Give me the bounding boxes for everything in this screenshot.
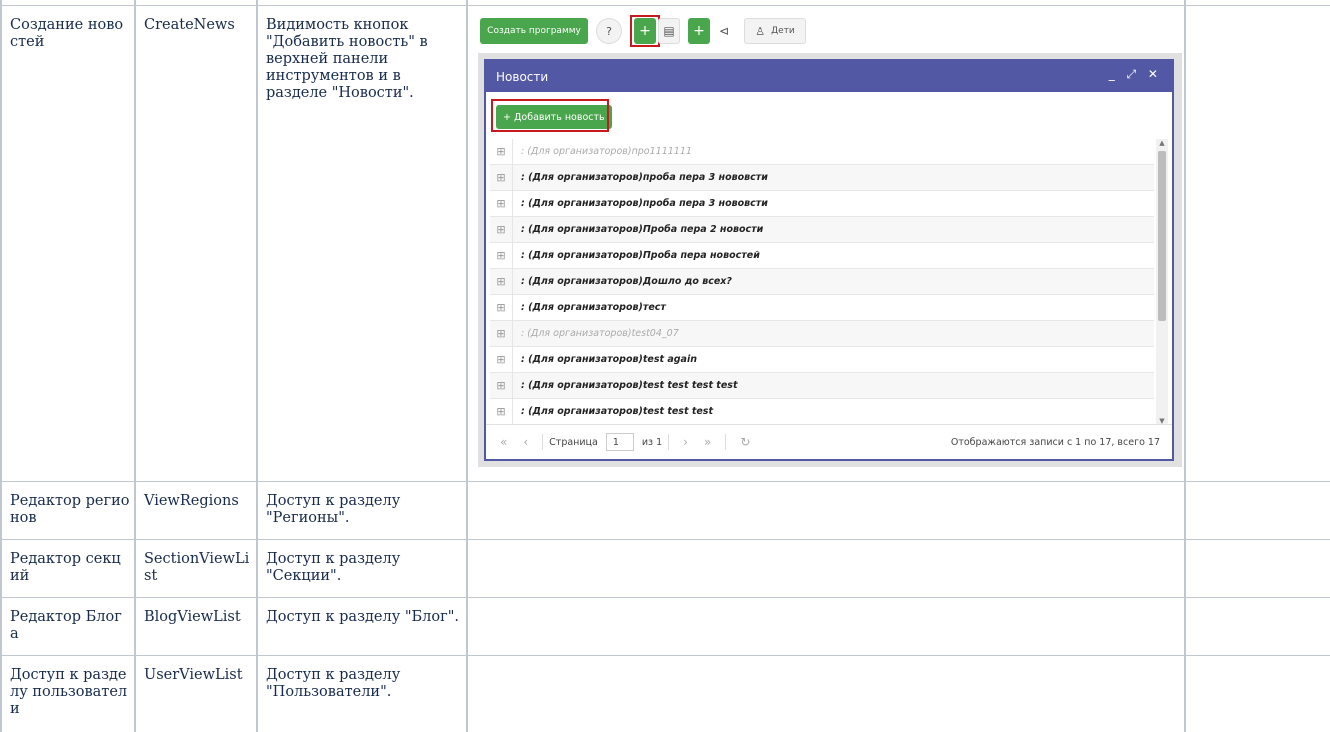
cell-name: Создание новостей (10, 17, 124, 50)
cell-code: SectionViewList (144, 551, 250, 584)
list-item[interactable]: ⊞ : (Для организаторов)test test test tes… (490, 373, 1154, 399)
list-item[interactable]: ⊞ : (Для организаторов)про1111111 (490, 139, 1154, 165)
expand-icon[interactable]: ⊞ (490, 243, 513, 268)
news-title: : (Для организаторов)test04_07 (521, 328, 679, 339)
cell-description: Доступ к разделу "Секции". (266, 551, 401, 584)
children-label: Дети (771, 26, 795, 36)
news-list: ⊞ : (Для организаторов)про1111111 ⊞ : (Для … (490, 139, 1154, 425)
cell-name: Редактор регионов (10, 493, 130, 526)
expand-icon[interactable]: ⊞ (490, 139, 513, 164)
news-title: : (Для организаторов)Дошло до всех? (521, 276, 732, 287)
expand-icon[interactable]: ⊞ (490, 373, 513, 398)
scroll-thumb[interactable] (1158, 151, 1166, 321)
child-icon: ♙ (755, 24, 766, 38)
divider (668, 434, 670, 450)
expand-icon[interactable]: ⊞ (490, 165, 513, 190)
megaphone-icon[interactable]: ⊲ (712, 18, 736, 44)
news-title: : (Для организаторов)test test test (521, 406, 713, 417)
expand-icon[interactable]: ⊞ (490, 191, 513, 216)
news-window: Новости _ ⤢ ✕ + Добавить новость ⊞: (Для… (484, 59, 1174, 461)
scrollbar[interactable]: ▲ ▼ (1156, 139, 1168, 425)
window-controls[interactable]: _ ⤢ ✕ (1109, 67, 1162, 82)
refresh-icon[interactable]: ↻ (740, 435, 750, 449)
cell-code: ViewRegions (144, 493, 239, 509)
list-item[interactable]: ⊞ : (Для организаторов)тест (490, 295, 1154, 321)
news-title: : (Для организаторов)test again (521, 354, 697, 365)
list-item[interactable]: ⊞ : (Для организаторов)проба пера 3 новов… (490, 191, 1154, 217)
page-label: Страница (549, 436, 598, 448)
list-item[interactable]: ⊞ : (Для организаторов)Проба пера новосте… (490, 243, 1154, 269)
cell-description: Видимость кнопок "Добавить новость" в ве… (266, 17, 428, 101)
window-header: Новости _ ⤢ ✕ (486, 61, 1172, 92)
divider (725, 434, 727, 450)
list-item[interactable]: ⊞ : (Для организаторов)test test test (490, 399, 1154, 425)
scroll-up-icon[interactable]: ▲ (1156, 139, 1168, 147)
news-title: : (Для организаторов)Проба пера 2 новост… (521, 224, 764, 235)
highlight-box (630, 15, 660, 47)
expand-icon[interactable]: ⊞ (490, 321, 513, 346)
cell-name: Редактор Блога (10, 609, 122, 642)
cell-name: Редактор секций (10, 551, 121, 584)
records-info: Отображаются записи с 1 по 17, всего 17 (950, 436, 1160, 448)
news-title: : (Для организаторов)Проба пера новостей (521, 250, 760, 261)
last-page-icon[interactable]: » (704, 435, 711, 449)
page-input[interactable]: 1 (605, 433, 634, 451)
cell-description: Доступ к разделу "Блог". (266, 609, 459, 625)
first-page-icon[interactable]: « (500, 435, 507, 449)
page-count: из 1 (641, 436, 663, 448)
list-item[interactable]: ⊞ : (Для организаторов)проба пера 3 новов… (490, 165, 1154, 191)
expand-icon[interactable]: ⊞ (490, 295, 513, 320)
next-page-icon[interactable]: › (683, 435, 688, 449)
list-item[interactable]: ⊞ : (Для организаторов)test04_07 (490, 321, 1154, 347)
news-title: : (Для организаторов)тест (521, 302, 666, 313)
list-item[interactable]: ⊞ : (Для организаторов)Проба пера 2 новос… (490, 217, 1154, 243)
cell-name: Доступ к разделу пользователи (10, 667, 128, 717)
news-title: : (Для организаторов)проба пера 3 нововс… (521, 198, 768, 209)
expand-icon[interactable]: ⊞ (490, 217, 513, 242)
cell-code: BlogViewList (144, 609, 241, 625)
cell-code: UserViewList (144, 667, 243, 683)
news-title: : (Для организаторов)проба пера 3 нововс… (521, 172, 768, 183)
divider (542, 434, 544, 450)
expand-icon[interactable]: ⊞ (490, 399, 513, 424)
news-screenshot: Создать программу ? + ▤ + ⊲ ♙ Дети Новос… (478, 15, 1182, 467)
prev-page-icon[interactable]: ‹ (523, 435, 528, 449)
children-button[interactable]: ♙ Дети (744, 18, 806, 44)
highlight-box (491, 99, 609, 132)
help-icon[interactable]: ? (596, 18, 622, 44)
create-program-button[interactable]: Создать программу (480, 18, 588, 44)
cell-description: Доступ к разделу "Регионы". (266, 493, 401, 526)
cell-code: CreateNews (144, 17, 235, 33)
news-title: : (Для организаторов)test test test test (521, 380, 738, 391)
cell-description: Доступ к разделу "Пользователи". (266, 667, 401, 700)
pagination-bar: « ‹ Страница 1 из 1 › » ↻ Отображаются з… (486, 424, 1172, 459)
add-announcement-icon[interactable]: + (688, 18, 710, 44)
news-icon[interactable]: ▤ (658, 18, 680, 44)
expand-icon[interactable]: ⊞ (490, 269, 513, 294)
expand-icon[interactable]: ⊞ (490, 347, 513, 372)
news-title: : (Для организаторов)про1111111 (521, 146, 692, 157)
list-item[interactable]: ⊞ : (Для организаторов)test again (490, 347, 1154, 373)
list-item[interactable]: ⊞ : (Для организаторов)Дошло до всех? (490, 269, 1154, 295)
window-title: Новости (496, 69, 549, 84)
